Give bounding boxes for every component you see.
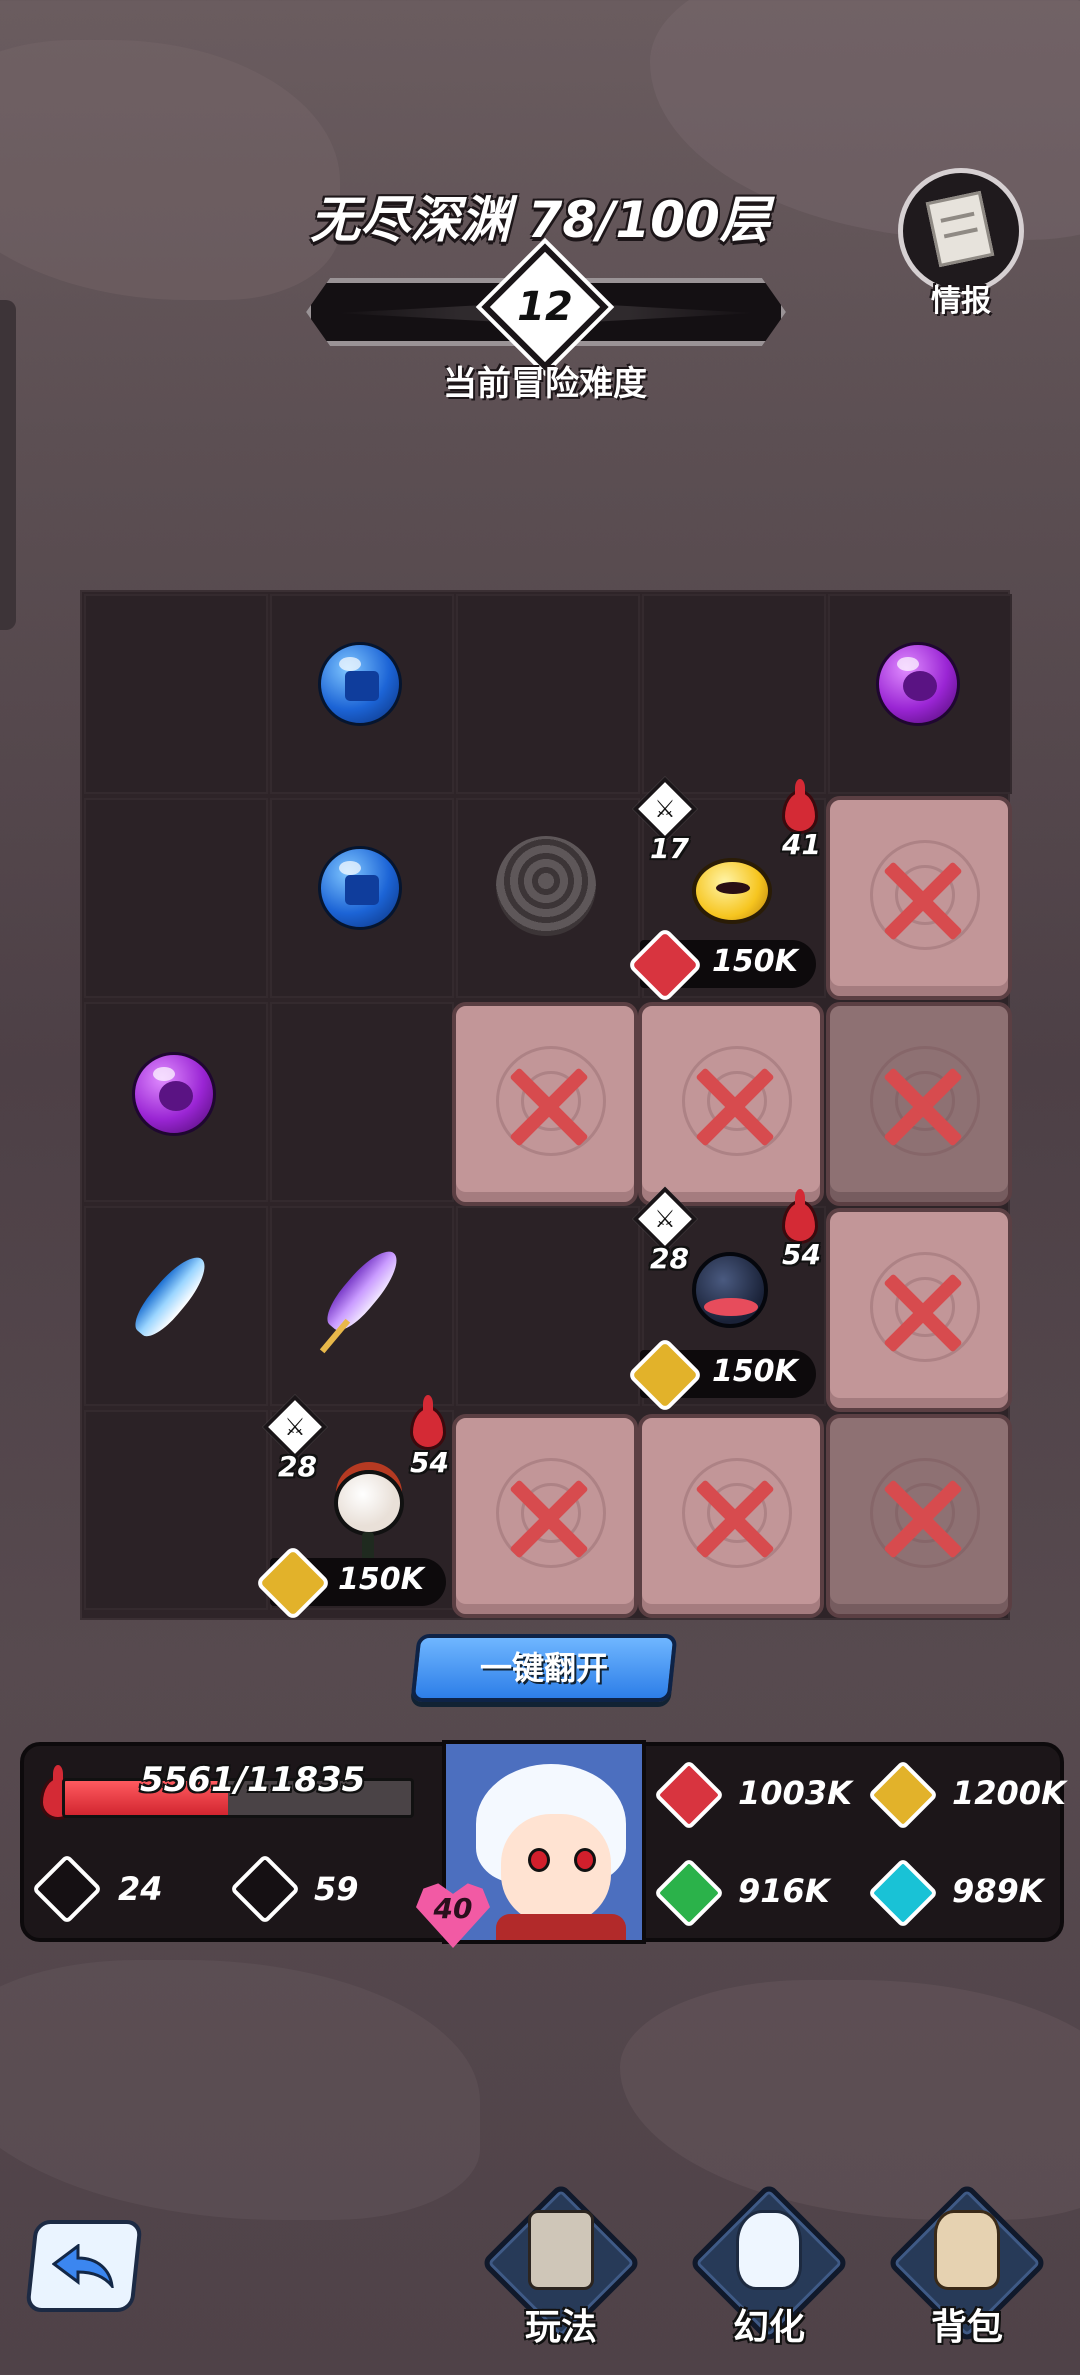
enemy-power: 150K <box>712 1354 798 1389</box>
stat-value: 1200K <box>952 1774 1066 1812</box>
flipped-card <box>452 1002 638 1206</box>
flip-all-button[interactable]: 一键翻开 <box>410 1634 678 1702</box>
spirit-icon <box>736 2210 802 2290</box>
enemy-hp: 54 <box>782 1238 821 1271</box>
sword-icon: ⚔ <box>284 1413 306 1441</box>
x-mark-icon <box>506 1064 592 1150</box>
flipped-card <box>452 1414 638 1618</box>
grid-cell[interactable] <box>456 1206 640 1406</box>
flip-all-label: 一键翻开 <box>479 1649 608 1687</box>
x-mark-icon <box>880 1270 966 1356</box>
spider-enemy[interactable] <box>692 1252 768 1328</box>
player-bonus-attack: 59 <box>314 1870 359 1908</box>
piranha-plant-enemy[interactable] <box>334 1470 404 1536</box>
side-drawer-tab[interactable] <box>0 300 16 630</box>
enemy-hp: 54 <box>410 1446 449 1479</box>
hero-eye <box>528 1848 550 1872</box>
stat-value: 916K <box>738 1872 830 1910</box>
flipped-card <box>826 796 1012 1000</box>
spider-face <box>704 1298 758 1316</box>
x-mark-icon <box>506 1476 592 1562</box>
hero-level: 40 <box>433 1892 473 1925</box>
enemy-hp: 41 <box>782 828 821 861</box>
hero-eye <box>574 1848 596 1872</box>
stat-value: 1003K <box>738 1774 852 1812</box>
difficulty-label: 当前冒险难度 <box>443 364 647 404</box>
x-mark-icon <box>692 1064 778 1150</box>
stat-value: 989K <box>952 1872 1044 1910</box>
scroll-icon <box>528 2210 594 2290</box>
x-mark-icon <box>880 1476 966 1562</box>
grid-cell[interactable] <box>456 594 640 794</box>
enemy-attack: 17 <box>650 832 689 865</box>
grid-cell[interactable] <box>84 594 268 794</box>
flipped-card <box>826 1002 1012 1206</box>
back-arrow-icon <box>52 2244 114 2288</box>
x-mark-icon <box>880 858 966 944</box>
level-heart-badge: 40 <box>416 1882 490 1948</box>
hero-face <box>501 1814 611 1924</box>
lantern-face <box>716 882 750 894</box>
nav-label: 玩法 <box>524 2307 597 2348</box>
grid-cell[interactable] <box>642 594 826 794</box>
x-mark-icon <box>692 1476 778 1562</box>
background-rock <box>0 40 340 300</box>
purple-orb-icon[interactable] <box>876 642 960 726</box>
sword-icon: ⚔ <box>654 1205 676 1233</box>
grid-cell[interactable] <box>84 798 268 998</box>
enemy-power: 150K <box>338 1562 424 1597</box>
difficulty-value: 12 <box>517 284 573 330</box>
enemy-attack: 28 <box>278 1450 317 1483</box>
nav-label: 幻化 <box>732 2307 805 2348</box>
blue-orb-icon[interactable] <box>318 846 402 930</box>
hero-scarf <box>496 1914 626 1940</box>
flipped-card <box>638 1002 824 1206</box>
player-attack: 24 <box>118 1870 163 1908</box>
nav-label: 背包 <box>930 2307 1003 2348</box>
nav-bag[interactable]: 背包 <box>884 2180 1050 2348</box>
bag-icon <box>934 2210 1000 2290</box>
sword-icon: ⚔ <box>654 795 676 823</box>
nav-transform[interactable]: 幻化 <box>686 2180 852 2348</box>
stone-shell-icon[interactable] <box>496 836 596 936</box>
enemy-attack: 28 <box>650 1242 689 1275</box>
blood-drop-icon <box>410 1406 446 1450</box>
nav-gameplay[interactable]: 玩法 <box>478 2180 644 2348</box>
flipped-card <box>638 1414 824 1618</box>
purple-orb-icon[interactable] <box>132 1052 216 1136</box>
grid-cell[interactable] <box>84 1410 268 1610</box>
flipped-card <box>826 1208 1012 1412</box>
grid-cell[interactable] <box>270 1002 454 1202</box>
blue-orb-icon[interactable] <box>318 642 402 726</box>
hp-text: 5561/11835 <box>140 1760 366 1800</box>
flipped-card <box>826 1414 1012 1618</box>
x-mark-icon <box>880 1064 966 1150</box>
background-rock <box>0 1960 480 2220</box>
intel-label: 情报 <box>931 284 991 319</box>
enemy-power: 150K <box>712 944 798 979</box>
